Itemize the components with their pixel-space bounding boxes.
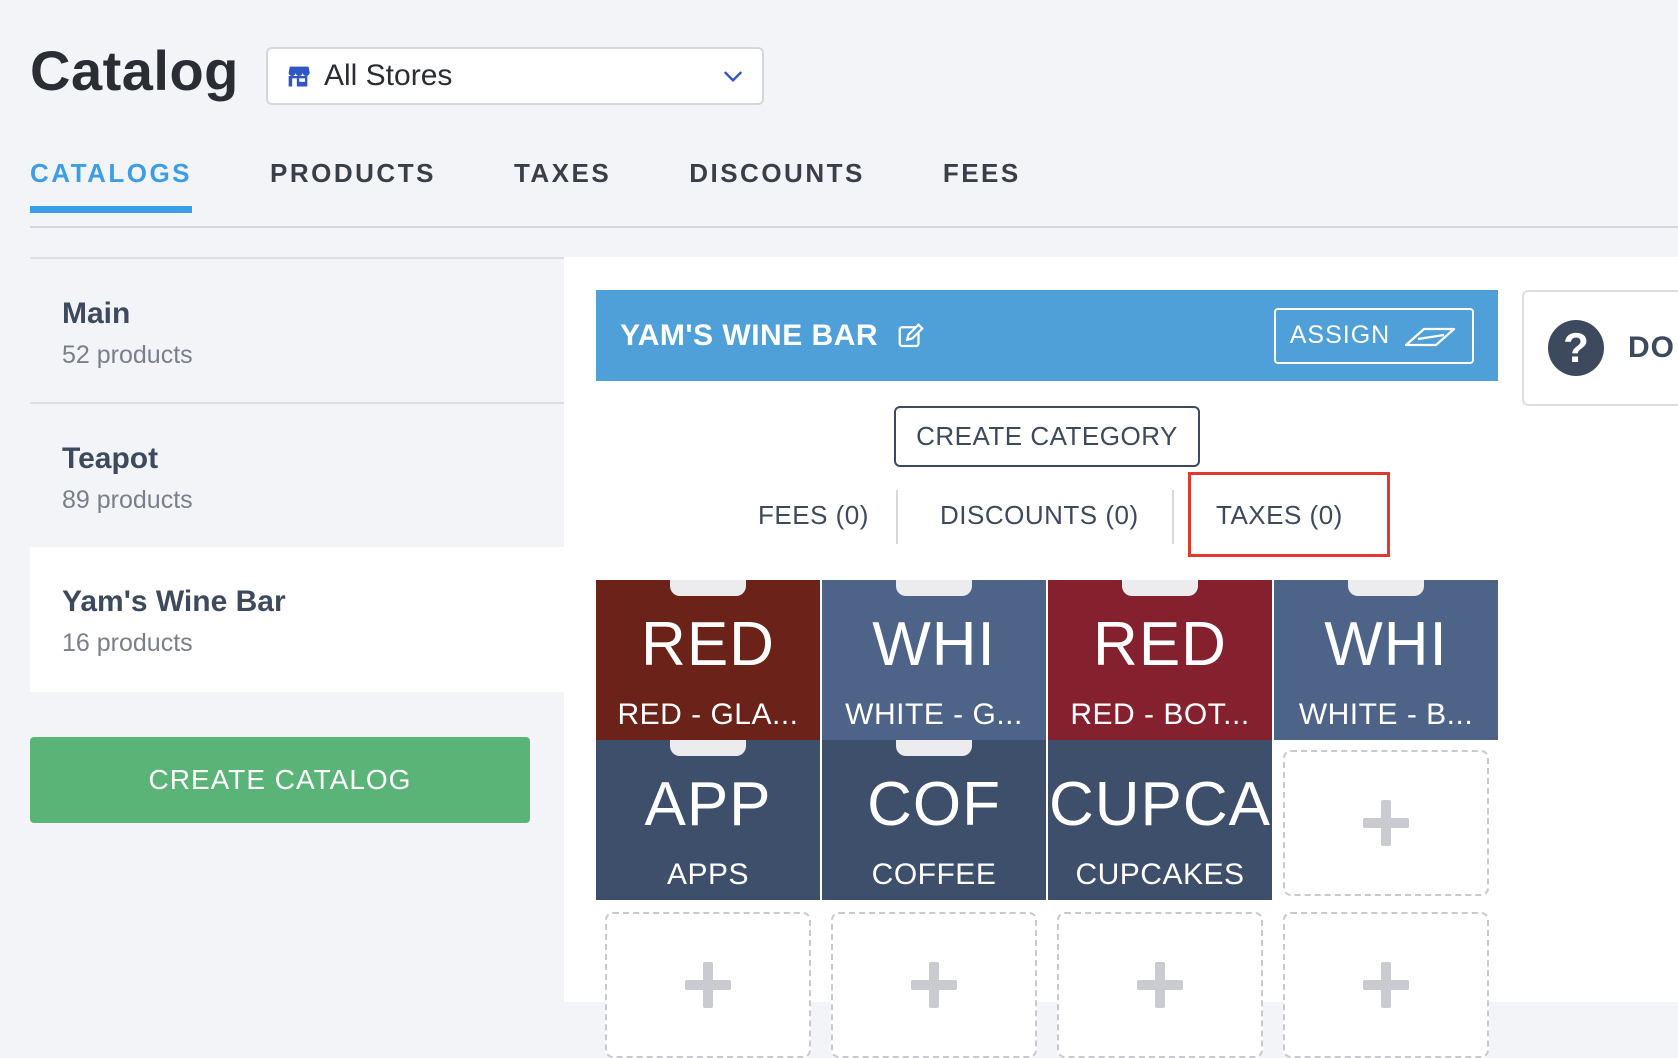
tile-label: RED - BOT... [1070,698,1250,731]
tile-notch [1348,580,1424,596]
catalog-title: YAM'S WINE BAR [620,318,879,352]
add-category-slot[interactable] [1283,750,1489,896]
create-catalog-button[interactable]: CREATE CATALOG [30,737,530,823]
store-select-value: All Stores [324,59,453,92]
category-tile[interactable]: CUPCA CUPCAKES [1048,740,1272,900]
category-tile[interactable]: COF COFFEE [822,740,1046,900]
tile-notch [896,740,972,756]
highlight-annotation [1188,472,1390,557]
plus-icon [1363,962,1409,1008]
tile-abbrev: CUPCA [1048,770,1272,839]
page-title: Catalog [30,39,239,102]
tile-label: WHITE - B... [1298,698,1474,731]
tile-abbrev: APP [644,770,772,839]
tile-notch [670,580,746,596]
catalog-list: Main 52 products Teapot 89 products Yam'… [30,257,564,692]
tile-label: COFFEE [871,858,997,891]
tile-notch [896,580,972,596]
category-tile[interactable]: RED RED - GLA... [596,580,820,740]
catalog-item-yams-wine-bar[interactable]: Yam's Wine Bar 16 products [30,547,564,692]
tile-abbrev: RED [641,610,775,679]
category-tile[interactable]: APP APPS [596,740,820,900]
filter-divider [1172,490,1174,544]
filter-fees[interactable]: FEES (0) [758,500,869,531]
category-tile[interactable]: WHI WHITE - G... [822,580,1046,740]
catalog-item-main[interactable]: Main 52 products [30,257,564,402]
tile-label: RED - GLA... [617,698,799,731]
catalog-name: Teapot [62,442,159,475]
category-tile[interactable]: WHI WHITE - B... [1274,580,1498,740]
assign-button[interactable]: ASSIGN [1274,307,1474,364]
add-category-slot[interactable] [605,912,811,1058]
filter-divider [896,490,898,544]
chevron-down-icon [724,71,742,83]
tab-fees[interactable]: FEES [943,158,1021,209]
tile-abbrev: COF [867,770,1001,839]
tab-taxes[interactable]: TAXES [514,158,611,209]
filter-discounts[interactable]: DISCOUNTS (0) [940,500,1139,531]
catalog-count: 52 products [62,341,193,369]
tile-label: WHITE - G... [845,698,1023,731]
tile-notch [670,740,746,756]
edit-icon[interactable] [896,321,926,351]
tab-products[interactable]: PRODUCTS [270,158,436,209]
tile-abbrev: WHI [1324,610,1448,679]
tile-label: CUPCAKES [1075,858,1245,891]
tab-catalogs[interactable]: CATALOGS [30,158,193,213]
help-card[interactable]: ? DO [1522,290,1678,406]
tile-abbrev: WHI [872,610,996,679]
add-category-slot[interactable] [1283,912,1489,1058]
tab-discounts[interactable]: DISCOUNTS [689,158,865,209]
plus-icon [1137,962,1183,1008]
plus-icon [1363,800,1409,846]
add-category-slot[interactable] [831,912,1037,1058]
tile-notch [1122,580,1198,596]
tile-abbrev: RED [1093,610,1227,679]
category-tile[interactable]: RED RED - BOT... [1048,580,1272,740]
store-select[interactable]: All Stores [266,47,764,105]
catalog-count: 89 products [62,486,193,514]
catalog-header: YAM'S WINE BAR ASSIGN [596,290,1498,381]
assign-label: ASSIGN [1289,321,1391,349]
catalog-name: Main [62,297,131,330]
create-category-button[interactable]: CREATE CATEGORY [894,406,1200,467]
add-category-slot[interactable] [1057,912,1263,1058]
store-icon [287,66,310,87]
catalog-count: 16 products [62,629,193,657]
send-to-device-icon [1405,327,1456,346]
main-tabs: CATALOGS PRODUCTS TAXES DISCOUNTS FEES [30,158,1099,213]
tile-label: APPS [666,858,750,891]
plus-icon [911,962,957,1008]
help-card-text: DO [1628,331,1675,364]
tabs-divider [30,226,1678,228]
help-icon: ? [1548,320,1604,376]
catalog-name: Yam's Wine Bar [62,585,286,618]
plus-icon [685,962,731,1008]
catalog-item-teapot[interactable]: Teapot 89 products [30,402,564,547]
